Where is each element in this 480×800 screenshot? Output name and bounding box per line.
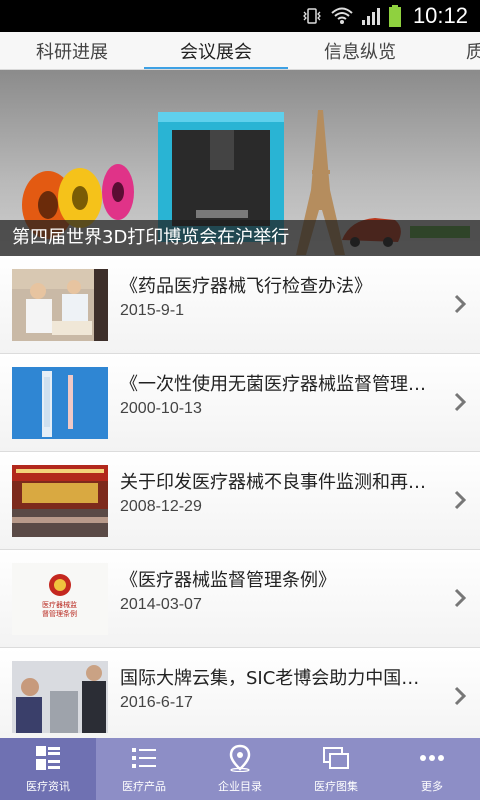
banner-caption: 第四届世界3D打印博览会在沪举行 bbox=[0, 220, 480, 256]
list-item[interactable]: 《药品医疗器械飞行检查办法》 2015-9-1 bbox=[0, 256, 480, 354]
news-title: 《药品医疗器械飞行检查办法》 bbox=[120, 276, 372, 297]
list-item[interactable]: 《一次性使用无菌医疗器械监督管理… 2000-10-13 bbox=[0, 354, 480, 452]
news-date: 2008-12-29 bbox=[120, 498, 202, 515]
news-title: 《一次性使用无菌医疗器械监督管理… bbox=[120, 374, 426, 395]
list-item[interactable]: 医疗器械监督管理条例 《医疗器械监督管理条例》 2014-03-07 bbox=[0, 550, 480, 648]
tab-info-overview[interactable]: 信息纵览 bbox=[288, 32, 432, 69]
tab-research[interactable]: 科研进展 bbox=[0, 32, 144, 69]
nav-label: 更多 bbox=[421, 780, 443, 793]
wifi-icon bbox=[331, 7, 353, 24]
nav-label: 企业目录 bbox=[218, 780, 262, 793]
chevron-right-icon bbox=[454, 294, 466, 314]
tab-conferences[interactable]: 会议展会 bbox=[144, 32, 288, 69]
grid-list-icon bbox=[36, 746, 60, 770]
status-bar: 10:12 bbox=[0, 0, 480, 32]
nav-medical-news[interactable]: 医疗资讯 bbox=[0, 738, 96, 800]
nav-label: 医疗产品 bbox=[122, 780, 166, 793]
news-date: 2015-9-1 bbox=[120, 302, 185, 319]
battery-icon bbox=[388, 5, 401, 27]
nav-label: 医疗图集 bbox=[314, 780, 358, 793]
nav-label: 医疗资讯 bbox=[26, 780, 70, 793]
featured-banner[interactable]: 第四届世界3D打印博览会在沪举行 bbox=[0, 70, 480, 256]
signal-icon bbox=[361, 8, 380, 25]
list-icon bbox=[132, 748, 156, 768]
vibrate-icon bbox=[303, 8, 321, 24]
news-thumbnail bbox=[12, 367, 108, 439]
nav-company-directory[interactable]: 企业目录 bbox=[192, 738, 288, 800]
chevron-right-icon bbox=[454, 490, 466, 510]
location-pin-icon bbox=[229, 744, 251, 772]
nav-more[interactable]: 更多 bbox=[384, 738, 480, 800]
thumbnail-caption: 医疗器械监督管理条例 bbox=[42, 601, 77, 618]
clock: 10:12 bbox=[412, 3, 468, 28]
gallery-icon bbox=[323, 747, 349, 769]
more-dots-icon bbox=[420, 755, 444, 761]
news-date: 2016-6-17 bbox=[120, 694, 193, 711]
list-item[interactable]: 关于印发医疗器械不良事件监测和再… 2008-12-29 bbox=[0, 452, 480, 550]
news-thumbnail bbox=[12, 661, 108, 733]
category-tabs: 科研进展 会议展会 信息纵览 质 bbox=[0, 32, 480, 70]
news-title: 《医疗器械监督管理条例》 bbox=[120, 570, 336, 591]
news-title: 关于印发医疗器械不良事件监测和再… bbox=[120, 472, 426, 493]
tab-quality-partial[interactable]: 质 bbox=[432, 32, 480, 69]
chevron-right-icon bbox=[454, 588, 466, 608]
nav-medical-products[interactable]: 医疗产品 bbox=[96, 738, 192, 800]
news-thumbnail: 医疗器械监督管理条例 bbox=[12, 563, 108, 635]
list-item[interactable]: 国际大牌云集，SIC老博会助力中国… 2016-6-17 bbox=[0, 648, 480, 738]
news-thumbnail bbox=[12, 269, 108, 341]
news-date: 2000-10-13 bbox=[120, 400, 202, 417]
news-title: 国际大牌云集，SIC老博会助力中国… bbox=[120, 668, 420, 689]
nav-medical-gallery[interactable]: 医疗图集 bbox=[288, 738, 384, 800]
chevron-right-icon bbox=[454, 686, 466, 706]
news-list: 《药品医疗器械飞行检查办法》 2015-9-1 《一次性使用无菌医疗器械监督管理… bbox=[0, 256, 480, 738]
news-date: 2014-03-07 bbox=[120, 596, 202, 613]
news-thumbnail bbox=[12, 465, 108, 537]
bottom-nav: 医疗资讯 医疗产品 企业目录 医疗图集 更多 bbox=[0, 738, 480, 800]
chevron-right-icon bbox=[454, 392, 466, 412]
